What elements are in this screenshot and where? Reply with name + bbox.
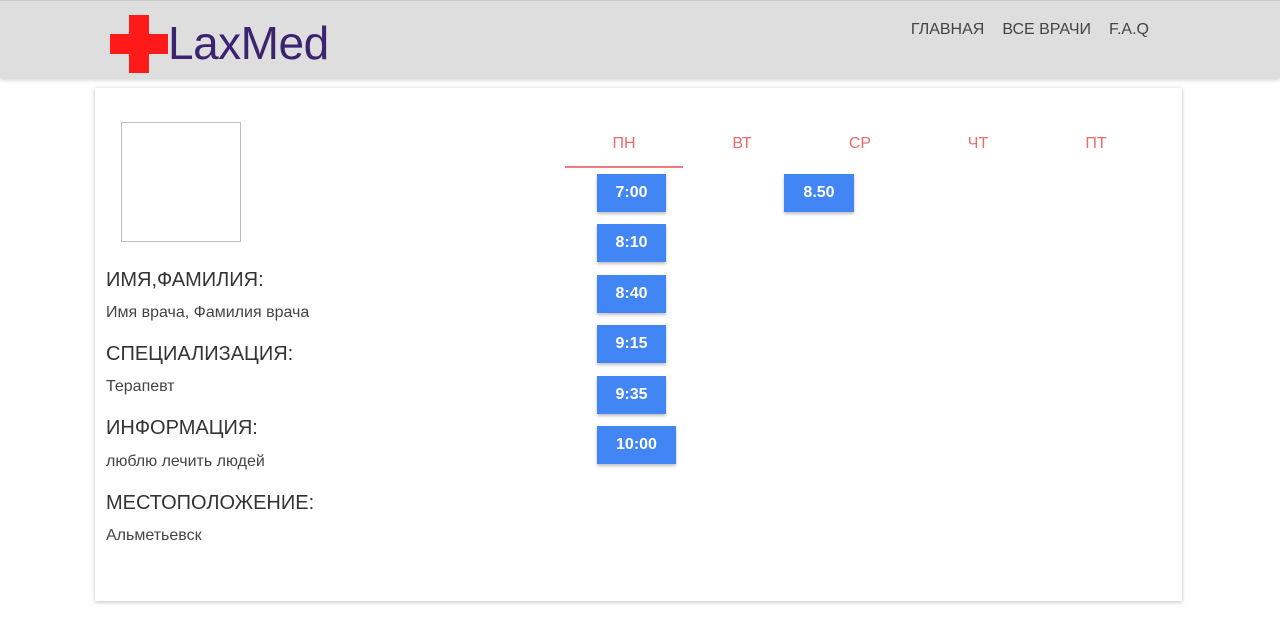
information-value: люблю лечить людей	[106, 453, 265, 470]
time-slot-button[interactable]: 8.50	[784, 174, 854, 212]
specialization-value: Терапевт	[106, 378, 175, 395]
tab-monday[interactable]: ПН	[565, 134, 683, 154]
logo-text: LaxMed	[168, 17, 329, 69]
nav-faq-link[interactable]: F.A.Q	[1109, 20, 1149, 40]
time-slot-button[interactable]: 7:00	[597, 174, 666, 212]
top-navbar: LaxMed ГЛАВНАЯ ВСЕ ВРАЧИ F.A.Q	[0, 0, 1280, 78]
selected-day-indicator	[565, 166, 683, 168]
time-slot-button[interactable]: 8:10	[597, 224, 666, 262]
medical-cross-icon	[110, 15, 168, 73]
name-label: ИМЯ,ФАМИЛИЯ:	[106, 269, 264, 291]
time-slot-button[interactable]: 9:35	[597, 376, 666, 414]
time-slot-button[interactable]: 8:40	[597, 275, 666, 313]
time-slot-button[interactable]: 9:15	[597, 325, 666, 363]
logo[interactable]: LaxMed	[110, 15, 350, 73]
tab-wednesday[interactable]: СР	[801, 134, 919, 154]
name-value: Имя врача, Фамилия врача	[106, 304, 310, 321]
information-label: ИНФОРМАЦИЯ:	[106, 417, 258, 439]
day-tabs: ПН ВТ СР ЧТ ПТ	[565, 134, 1155, 168]
nav-home-link[interactable]: ГЛАВНАЯ	[911, 20, 984, 40]
doctor-card: ИМЯ,ФАМИЛИЯ: Имя врача, Фамилия врача СП…	[95, 88, 1182, 601]
tab-friday[interactable]: ПТ	[1037, 134, 1155, 154]
main-nav: ГЛАВНАЯ ВСЕ ВРАЧИ F.A.Q	[911, 20, 1149, 40]
nav-all-doctors-link[interactable]: ВСЕ ВРАЧИ	[1002, 20, 1091, 40]
location-value: Альметьевск	[106, 527, 202, 544]
tab-tuesday[interactable]: ВТ	[683, 134, 801, 154]
specialization-label: СПЕЦИАЛИЗАЦИЯ:	[106, 343, 294, 365]
tab-thursday[interactable]: ЧТ	[919, 134, 1037, 154]
location-label: МЕСТОПОЛОЖЕНИЕ:	[106, 492, 315, 514]
time-slot-button[interactable]: 10:00	[597, 426, 676, 464]
doctor-photo	[121, 122, 241, 242]
